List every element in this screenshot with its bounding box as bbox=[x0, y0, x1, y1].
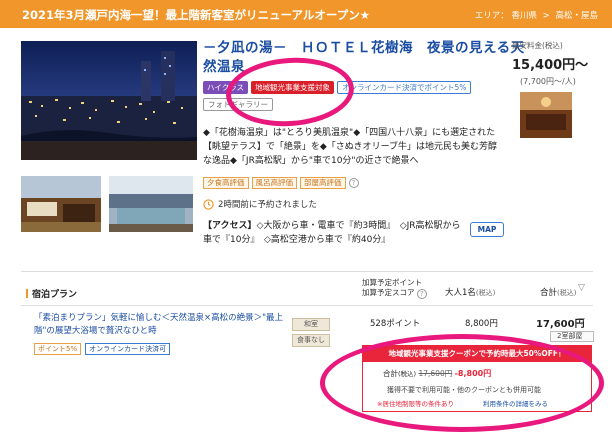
coupon-discount-amount: -8,800円 bbox=[454, 369, 492, 378]
meal-tag: 食事なし bbox=[292, 334, 330, 347]
access-info: 【アクセス】◇大阪から車・電車で『約3時間』 ◇JR高松駅から車で『10分』 ◇… bbox=[203, 219, 465, 247]
points-header-line-2: 加算予定スコア bbox=[362, 288, 415, 297]
online-card-points-badge: オンラインカード決済でポイント5% bbox=[337, 81, 472, 94]
total-header-label: 合計 bbox=[540, 288, 558, 298]
plans-section-title: 宿泊プラン bbox=[26, 287, 77, 300]
coupon-banner: 地域観光事業支援クーポンで予約時最大50%OFF！ bbox=[362, 345, 592, 362]
plan-name-link[interactable]: 「素泊まりプラン」気軽に愉しむ＜天然温泉×高松の絶景＞"最上階"の展望大浴場で贅… bbox=[34, 312, 284, 338]
regional-support-badge: 地域観光事業支援対象 bbox=[251, 81, 335, 94]
evaluation-badge-row: 夕食高評価 風呂高評価 部屋高評価 ? bbox=[203, 177, 359, 189]
lowest-price-label: 最安料金(税込) bbox=[512, 41, 563, 50]
plan-expand-arrow-icon[interactable]: ▽ bbox=[578, 317, 585, 327]
title-accent-bar bbox=[26, 289, 28, 298]
open-air-bath-image bbox=[109, 176, 193, 232]
coupon-original-price: 17,600円 bbox=[418, 369, 453, 378]
dinner-rating-badge: 夕食高評価 bbox=[203, 177, 249, 189]
area-region-link[interactable]: 香川県 bbox=[511, 11, 537, 21]
side-thumbnail-photo[interactable] bbox=[520, 92, 572, 138]
coupon-total-tax: (税込) bbox=[398, 370, 417, 378]
adult-header-label: 大人1名 bbox=[445, 288, 476, 298]
hotel-name-link[interactable]: －夕凪の湯－ ＨＯＴＥＬ花樹海 夜景の見える天然温泉 bbox=[203, 39, 533, 77]
coupon-body: 合計(税込) 17,600円 -8,800円 獲得不要で利用可能・他のクーポンと… bbox=[362, 362, 592, 412]
promo-title[interactable]: 2021年3月瀬戸内海一望！最上階新客室がリニューアルオープン★ bbox=[22, 7, 370, 23]
area-separator: > bbox=[542, 11, 550, 21]
map-button[interactable]: MAP bbox=[470, 222, 504, 237]
points-help-icon[interactable]: ? bbox=[416, 289, 427, 299]
lowest-price-per-person: (7,700円～/人) bbox=[520, 77, 576, 86]
adult-header-tax: (税込) bbox=[475, 289, 496, 297]
clock-icon bbox=[203, 198, 214, 210]
recent-booking-notice: 2時間前に予約されました bbox=[203, 198, 317, 210]
lowest-price-value: 15,400円～ bbox=[512, 58, 589, 73]
plan-card-payment-badge: オンラインカード決済可 bbox=[85, 343, 171, 355]
room-count-button[interactable]: 2室部屋 bbox=[550, 331, 594, 342]
points-column-header: 加算予定ポイント 加算予定スコア ? bbox=[362, 278, 427, 299]
help-icon[interactable]: ? bbox=[348, 178, 359, 188]
room-type-tag: 和室 bbox=[292, 318, 330, 331]
access-label: 【アクセス】 bbox=[203, 221, 257, 231]
coupon-note: 獲得不要で利用可能・他のクーポンとも併用可能 bbox=[387, 386, 541, 394]
promo-header-bar: 2021年3月瀬戸内海一望！最上階新客室がリニューアルオープン★ エリア： 香川… bbox=[0, 0, 612, 28]
plans-title-text: 宿泊プラン bbox=[32, 290, 78, 300]
plan-badge-row: ポイント5% オンラインカード決済可 bbox=[34, 343, 171, 355]
hotel-badge-row: ハイクラス 地域観光事業支援対象 オンラインカード決済でポイント5% bbox=[203, 81, 472, 95]
hotel-description: ◆「花樹海温泉」は"とろり美肌温泉"◆「四国八十八景」にも選定された【眺望テラス… bbox=[203, 128, 498, 166]
area-city-link[interactable]: 高松・屋島 bbox=[555, 11, 598, 21]
total-price-column-header[interactable]: 合計(税込) bbox=[540, 286, 576, 298]
lowest-price-block: 最安料金(税込) 15,400円～ (7,700円～/人) bbox=[512, 40, 600, 87]
room-image bbox=[21, 176, 101, 232]
points-header-line-1: 加算予定ポイント bbox=[362, 278, 422, 287]
total-header-tax: (税込) bbox=[557, 289, 577, 297]
plan-points-badge: ポイント5% bbox=[34, 343, 82, 355]
room-thumbnail-photo[interactable] bbox=[21, 176, 101, 232]
section-divider bbox=[21, 271, 593, 272]
plans-header-divider bbox=[21, 305, 593, 306]
hotel-main-photo[interactable] bbox=[21, 41, 197, 160]
plan-points-value: 528ポイント bbox=[370, 319, 421, 329]
bath-rating-badge: 風呂高評価 bbox=[251, 177, 297, 189]
area-breadcrumb: エリア： 香川県 > 高松・屋島 bbox=[475, 9, 598, 21]
high-class-badge: ハイクラス bbox=[203, 81, 249, 94]
coupon-price-line: 合計(税込) 17,600円 -8,800円 bbox=[383, 368, 491, 379]
plan-adult-price: 8,800円 bbox=[465, 319, 498, 329]
coupon-condition: ※居住地制限等の条件あり bbox=[377, 400, 454, 408]
adult-price-column-header[interactable]: 大人1名(税込) bbox=[445, 286, 495, 298]
bath-thumbnail-photo[interactable] bbox=[109, 176, 193, 232]
coupon-terms-link[interactable]: 利用条件の詳細をみる bbox=[483, 398, 548, 408]
coupon-total-label: 合計 bbox=[383, 369, 398, 378]
night-city-view-image bbox=[21, 41, 197, 160]
sort-arrow-icon[interactable]: ▽ bbox=[578, 283, 585, 293]
lounge-image bbox=[520, 92, 572, 138]
photo-gallery-button[interactable]: フォトギャラリー bbox=[203, 98, 273, 111]
room-rating-badge: 部屋高評価 bbox=[300, 177, 346, 189]
area-label: エリア： bbox=[474, 11, 509, 21]
recent-booking-text: 2時間前に予約されました bbox=[218, 200, 317, 210]
